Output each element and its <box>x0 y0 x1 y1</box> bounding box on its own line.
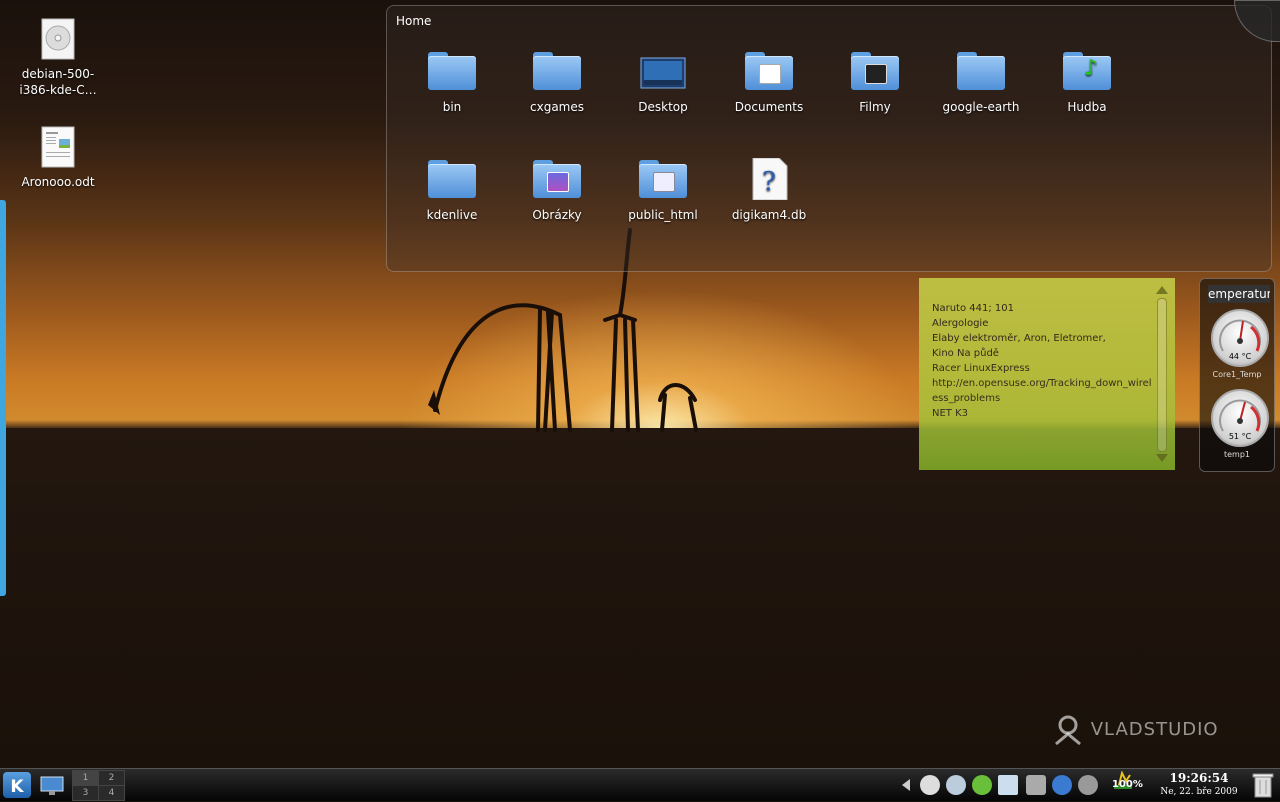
clock-date: Ne, 22. bře 2009 <box>1160 787 1238 797</box>
pager-desktop-3[interactable]: 3 <box>72 785 99 801</box>
nvidia-icon[interactable] <box>972 775 992 795</box>
folder-view-home: Home bin cxgames Desktop Documents Filmy… <box>386 5 1272 272</box>
scroll-up-icon[interactable] <box>1156 286 1168 294</box>
gauge-value: 44 °C <box>1228 352 1252 361</box>
show-desktop-icon[interactable] <box>38 772 66 798</box>
battery-indicator[interactable]: 100% <box>1110 771 1144 799</box>
pager-desktop-1[interactable]: 1 <box>72 770 99 786</box>
pager-desktop-2[interactable]: 2 <box>98 770 125 786</box>
folder-item-label: kdenlive <box>426 208 478 222</box>
folder-item-obrazky[interactable]: Obrázky <box>507 158 607 222</box>
updater-icon[interactable] <box>998 775 1018 795</box>
scrollbar-track[interactable] <box>1157 298 1167 452</box>
folder-item-desktop[interactable]: Desktop <box>613 50 713 114</box>
notes-line: NET K3 <box>932 408 969 419</box>
notes-line: Kino Na půdě <box>932 348 999 359</box>
kde-menu-icon[interactable]: K <box>3 772 31 798</box>
notes-line: Racer LinuxExpress <box>932 363 1030 374</box>
cd-icon <box>40 18 76 60</box>
pictures-folder-icon <box>533 158 581 200</box>
folder-item-cxgames[interactable]: cxgames <box>507 50 607 114</box>
gauge-temp1: 51 °C <box>1211 389 1269 447</box>
folder-item-google-earth[interactable]: google-earth <box>931 50 1031 114</box>
notes-line: Elaby elektroměr, Aron, Eletromer, <box>932 333 1106 344</box>
folder-item-label: public_html <box>628 208 698 222</box>
folder-item-filmy[interactable]: Filmy <box>825 50 925 114</box>
folder-item-label: Filmy <box>859 100 891 114</box>
taskbar: K 1 2 3 4 100% 19:26:54 Ne, 22. bře 2009 <box>0 768 1280 801</box>
documents-folder-icon <box>745 50 793 92</box>
document-icon <box>40 126 76 168</box>
folder-item-kdenlive[interactable]: kdenlive <box>402 158 502 222</box>
temperature-title: emperatur <box>1208 285 1270 303</box>
svg-text:K: K <box>10 777 24 797</box>
desktop-icon-aronooo-odt[interactable]: Aronooo.odt <box>18 126 98 190</box>
folder-item-bin[interactable]: bin <box>402 50 502 114</box>
globe-icon[interactable] <box>1078 775 1098 795</box>
gauge-core1: 44 °C <box>1211 309 1269 367</box>
notes-scrollbar[interactable] <box>1155 286 1168 462</box>
folder-item-label: bin <box>442 100 462 114</box>
battery-percent: 100% <box>1112 779 1143 790</box>
browser-icon[interactable] <box>1052 775 1072 795</box>
pager-desktop-4[interactable]: 4 <box>98 785 125 801</box>
folder-item-label: Hudba <box>1067 100 1107 114</box>
folder-item-documents[interactable]: Documents <box>719 50 819 114</box>
folder-item-label: google-earth <box>942 100 1020 114</box>
desktop-icon-label: debian-500- i386-kde-C… <box>19 67 97 97</box>
desktop-folder-icon <box>639 50 687 92</box>
temperature-widget: emperatur 44 °C Core1_Temp 51 °C temp1 <box>1199 278 1275 472</box>
folder-item-hudba[interactable]: ♪ Hudba <box>1037 50 1137 114</box>
folder-item-label: cxgames <box>530 100 584 114</box>
unknown-file-icon: ? <box>745 157 793 201</box>
network-icon[interactable] <box>1026 775 1046 795</box>
trash-icon[interactable] <box>1252 772 1274 798</box>
folder-item-digikam4-db[interactable]: ? digikam4.db <box>719 157 819 222</box>
notes-line: http://en.opensuse.org/Tracking_down_wir… <box>932 378 1152 389</box>
vladstudio-logo-icon <box>1055 715 1081 746</box>
folder-item-label: Obrázky <box>532 208 582 222</box>
gauge-label: Core1_Temp <box>1212 370 1262 379</box>
web-folder-icon <box>639 158 687 200</box>
music-folder-icon: ♪ <box>1063 50 1111 92</box>
desktop-pager: 1 2 3 4 <box>70 769 125 801</box>
folder-item-label: Desktop <box>638 100 688 114</box>
volume-icon[interactable] <box>920 775 940 795</box>
notes-text[interactable]: Naruto 441; 101 Alergologie Elaby elektr… <box>932 301 1152 421</box>
folder-icon <box>428 50 476 92</box>
folder-item-label: digikam4.db <box>731 208 807 222</box>
movies-folder-icon <box>851 50 899 92</box>
folder-item-label: Documents <box>734 100 804 114</box>
tray-expand-icon[interactable] <box>902 779 910 791</box>
gauge-value: 51 °C <box>1228 432 1252 441</box>
clock-time: 19:26:54 <box>1169 771 1229 785</box>
notes-line: Naruto 441; 101 <box>932 303 1014 314</box>
notes-line: ess_problems <box>932 393 1001 404</box>
notes-line: Alergologie <box>932 318 989 329</box>
clipboard-icon[interactable] <box>946 775 966 795</box>
folder-item-public-html[interactable]: public_html <box>613 158 713 222</box>
wallpaper-watermark: VLADSTUDIO <box>1052 714 1219 746</box>
folder-icon <box>957 50 1005 92</box>
folder-view-title: Home <box>396 14 432 28</box>
gauge-label: temp1 <box>1223 450 1251 459</box>
desktop-icon-label: Aronooo.odt <box>21 175 95 189</box>
watermark-text: VLADSTUDIO <box>1090 719 1219 740</box>
desktop-icon-debian-cd[interactable]: debian-500- i386-kde-C… <box>18 18 98 98</box>
folder-icon <box>428 158 476 200</box>
left-panel-edge[interactable] <box>0 200 6 596</box>
svg-text:?: ? <box>762 167 776 197</box>
notes-widget[interactable]: Naruto 441; 101 Alergologie Elaby elektr… <box>919 278 1175 470</box>
folder-icon <box>533 50 581 92</box>
clock[interactable]: 19:26:54 Ne, 22. bře 2009 <box>1152 771 1246 799</box>
scroll-down-icon[interactable] <box>1156 454 1168 462</box>
